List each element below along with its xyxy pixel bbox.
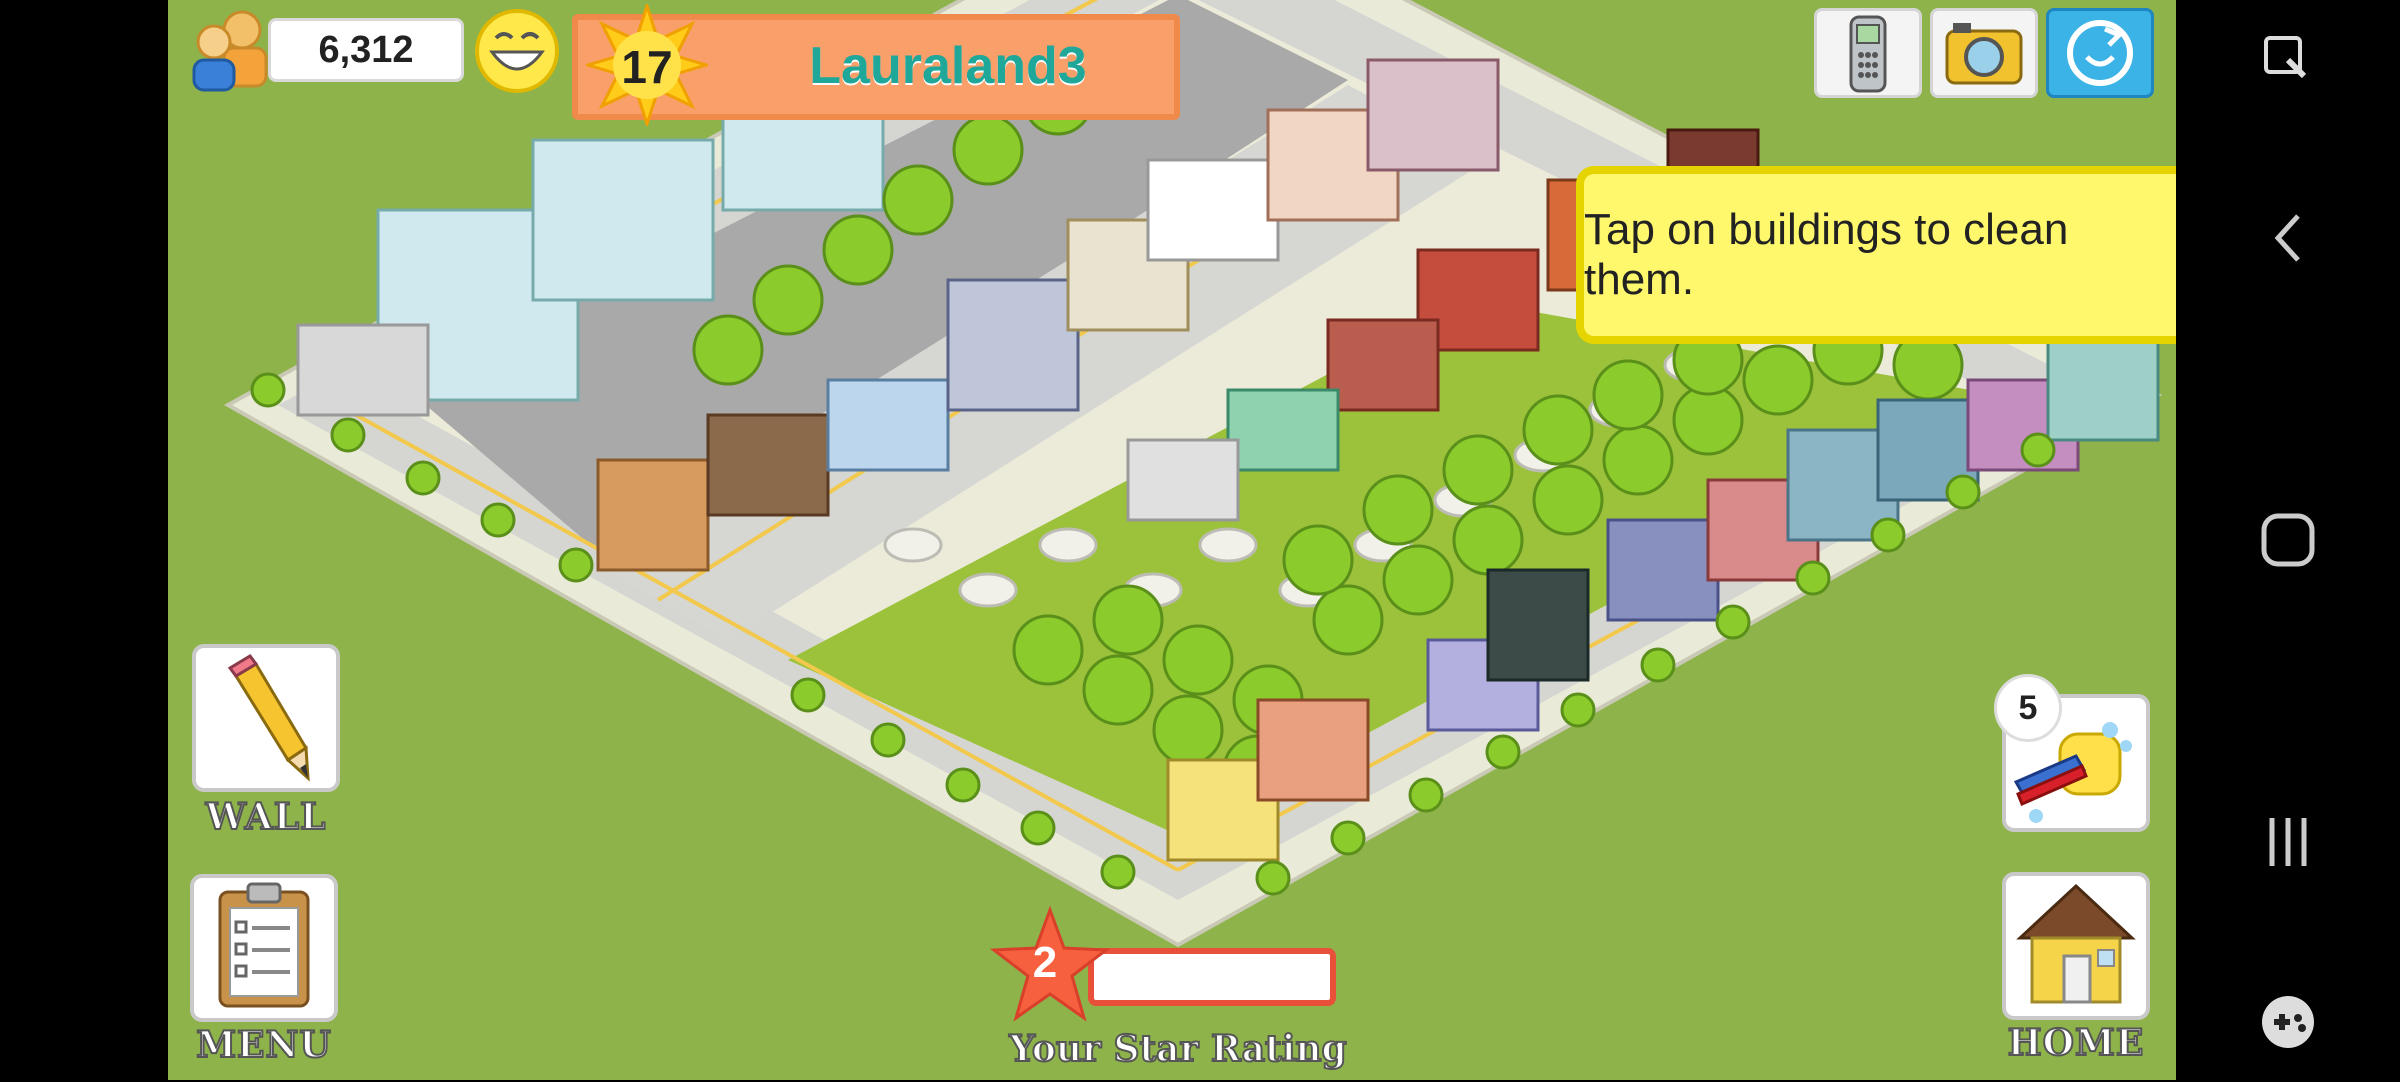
hint-tooltip: Tap on buildings to clean them.	[1576, 166, 2176, 344]
clipboard-icon	[218, 882, 310, 1008]
camera-button[interactable]	[1930, 8, 2038, 98]
home-label: HOME	[2007, 1021, 2145, 1065]
phone-icon	[1849, 15, 1887, 93]
square-home-icon	[2261, 513, 2315, 567]
wall-label: WALL	[205, 795, 327, 839]
population-value: 6,312	[268, 18, 464, 82]
wall-button[interactable]	[192, 644, 340, 792]
star-rating-label: Your Star Rating	[1008, 1027, 1347, 1071]
menu-button[interactable]	[190, 874, 338, 1022]
smiley-icon[interactable]	[474, 8, 560, 94]
recents-icon	[2269, 818, 2307, 866]
star-rating[interactable]: 2	[989, 905, 1356, 1022]
share-icon	[2067, 20, 2133, 86]
game-tools-button[interactable]	[2176, 962, 2400, 1082]
clean-tool-button[interactable]: 5	[1994, 674, 2150, 832]
back-chevron-icon	[2274, 214, 2300, 262]
screenshot-tool-button[interactable]	[2176, 0, 2400, 120]
town-name: Lauraland3	[809, 37, 1087, 95]
back-button[interactable]	[2176, 178, 2400, 298]
system-navigation-bar	[2176, 0, 2400, 1080]
game-viewport[interactable]: 6,312 17 Lauraland3 Tap on buildings to …	[168, 0, 2176, 1080]
share-button[interactable]	[2046, 8, 2154, 98]
menu-label: MENU	[195, 1023, 332, 1067]
pencil-icon	[227, 654, 310, 782]
level-badge: 17	[582, 1, 712, 129]
recents-button[interactable]	[2176, 782, 2400, 902]
star-rating-progress-bar	[1088, 948, 1336, 1006]
home-system-button[interactable]	[2176, 480, 2400, 600]
edit-screen-icon	[2264, 36, 2307, 79]
population-icon	[184, 8, 274, 92]
gamepad-icon	[2262, 996, 2314, 1048]
clean-count-badge: 5	[1994, 674, 2062, 742]
level-number: 17	[621, 41, 673, 93]
star-rating-value: 2	[1032, 938, 1058, 987]
phone-button[interactable]	[1814, 8, 1922, 98]
house-icon	[2016, 883, 2136, 1004]
home-button[interactable]	[2002, 872, 2150, 1020]
camera-icon	[1945, 23, 2023, 85]
population-counter: 6,312	[184, 8, 464, 92]
